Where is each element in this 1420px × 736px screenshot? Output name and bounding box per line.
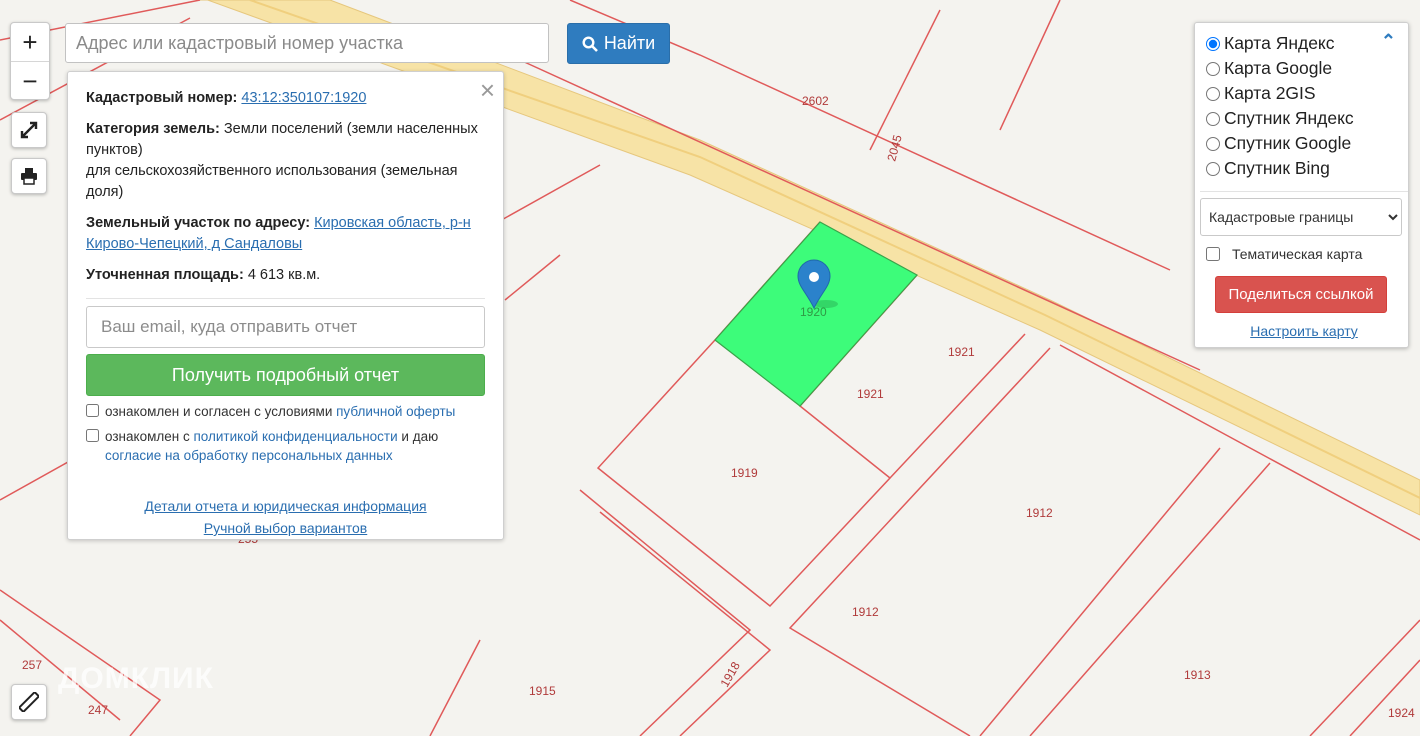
print-button[interactable] [11, 158, 47, 194]
privacy-consent[interactable]: ознакомлен с политикой конфиденциальност… [86, 427, 485, 465]
area-label: Уточненная площадь: [86, 267, 244, 283]
thematic-checkbox[interactable] [1206, 247, 1220, 261]
layer-option-label: Спутник Google [1224, 133, 1352, 153]
cadastral-label: Кадастровый номер: [86, 90, 238, 106]
overlay-select[interactable]: Кадастровые границы [1200, 198, 1402, 236]
manual-select-link[interactable]: Ручной выбор вариантов [204, 520, 368, 536]
configure-map-link[interactable]: Настроить карту [1250, 323, 1358, 339]
offer-text: ознакомлен и согласен с условиями [105, 404, 333, 419]
privacy-link[interactable]: политикой конфиденциальности [193, 429, 397, 444]
email-field[interactable] [86, 306, 485, 348]
layer-radio[interactable] [1206, 111, 1220, 126]
layer-option-label: Спутник Яндекс [1224, 108, 1354, 128]
layer-option[interactable]: Карта Google [1206, 56, 1402, 81]
parcel-label: 1912 [1026, 506, 1053, 520]
area-row: Уточненная площадь: 4 613 кв.м. [86, 265, 485, 286]
area-value: 4 613 кв.м. [247, 267, 321, 283]
layer-radio[interactable] [1206, 136, 1220, 151]
category-purpose: для сельскохозяйственного использования … [86, 163, 458, 200]
address-label: Земельный участок по адресу: [86, 215, 311, 231]
layer-option[interactable]: Спутник Яндекс [1206, 106, 1402, 131]
parcel-label: 2602 [802, 94, 829, 108]
layer-option[interactable]: Карта Яндекс [1206, 31, 1402, 56]
ruler-button[interactable] [11, 684, 47, 720]
layer-option-label: Карта Яндекс [1224, 33, 1335, 53]
parcel-label: 1921 [857, 387, 884, 401]
search-button-label: Найти [603, 33, 656, 53]
parcel-label: 1913 [1184, 668, 1211, 682]
parcel-label: 1912 [852, 605, 879, 619]
zoom-out-button[interactable]: − [11, 61, 49, 99]
layer-radio[interactable] [1206, 161, 1220, 176]
divider [1200, 191, 1408, 192]
parcel-label: 247 [88, 703, 108, 717]
category-label: Категория земель: [86, 121, 220, 137]
privacy-checkbox[interactable] [86, 429, 99, 442]
print-icon [21, 168, 37, 185]
layer-radio[interactable] [1206, 36, 1220, 51]
parcel-label: 257 [22, 658, 42, 672]
divider [86, 298, 485, 299]
parcel-label: 1921 [948, 345, 975, 359]
chevron-up-icon[interactable]: ⌃ [1381, 31, 1396, 52]
search-input[interactable] [65, 23, 549, 63]
layer-option[interactable]: Карта 2GIS [1206, 81, 1402, 106]
thematic-label: Тематическая карта [1232, 246, 1363, 262]
parcel-label: 1924 [1388, 706, 1415, 720]
layer-option-label: Спутник Bing [1224, 158, 1330, 178]
offer-link[interactable]: публичной оферты [336, 404, 455, 419]
get-report-button[interactable]: Получить подробный отчет [86, 354, 485, 396]
layer-panel: ⌃ Карта Яндекс Карта Google Карта 2GIS С… [1194, 22, 1409, 348]
ruler-icon [19, 692, 39, 712]
layer-option-label: Карта 2GIS [1224, 83, 1316, 103]
offer-consent[interactable]: ознакомлен и согласен с условиями публич… [86, 402, 485, 421]
layer-radio[interactable] [1206, 61, 1220, 76]
layer-option[interactable]: Спутник Bing [1206, 156, 1402, 181]
parcel-label: 1919 [731, 466, 758, 480]
cadastral-row: Кадастровый номер: 43:12:350107:1920 [86, 88, 485, 109]
category-row: Категория земель: Земли поселений (земли… [86, 119, 485, 203]
privacy-mid-text: и даю [401, 429, 439, 444]
parcel-info-popup: × Кадастровый номер: 43:12:350107:1920 К… [67, 71, 504, 540]
address-row: Земельный участок по адресу: Кировская о… [86, 213, 485, 255]
search-icon [582, 35, 598, 52]
layer-option-label: Карта Google [1224, 58, 1333, 78]
privacy-text: ознакомлен с [105, 429, 190, 444]
close-icon[interactable]: × [480, 76, 495, 104]
popup-links: Детали отчета и юридическая информация Р… [86, 495, 485, 539]
zoom-in-button[interactable]: + [11, 23, 49, 61]
fullscreen-button[interactable] [11, 112, 47, 148]
share-link-button[interactable]: Поделиться ссылкой [1215, 276, 1387, 313]
parcel-label: 1915 [529, 684, 556, 698]
report-details-link[interactable]: Детали отчета и юридическая информация [144, 498, 426, 514]
layer-radio[interactable] [1206, 86, 1220, 101]
thematic-map-toggle[interactable]: Тематическая карта [1206, 246, 1402, 262]
layer-option[interactable]: Спутник Google [1206, 131, 1402, 156]
offer-checkbox[interactable] [86, 404, 99, 417]
cadastral-link[interactable]: 43:12:350107:1920 [241, 90, 366, 106]
personal-data-link[interactable]: согласие на обработку персональных данны… [105, 448, 393, 463]
search-button[interactable]: Найти [567, 23, 670, 64]
expand-icon [20, 121, 38, 139]
watermark: ДОМКЛИК [58, 662, 214, 695]
zoom-control: + − [10, 22, 50, 100]
